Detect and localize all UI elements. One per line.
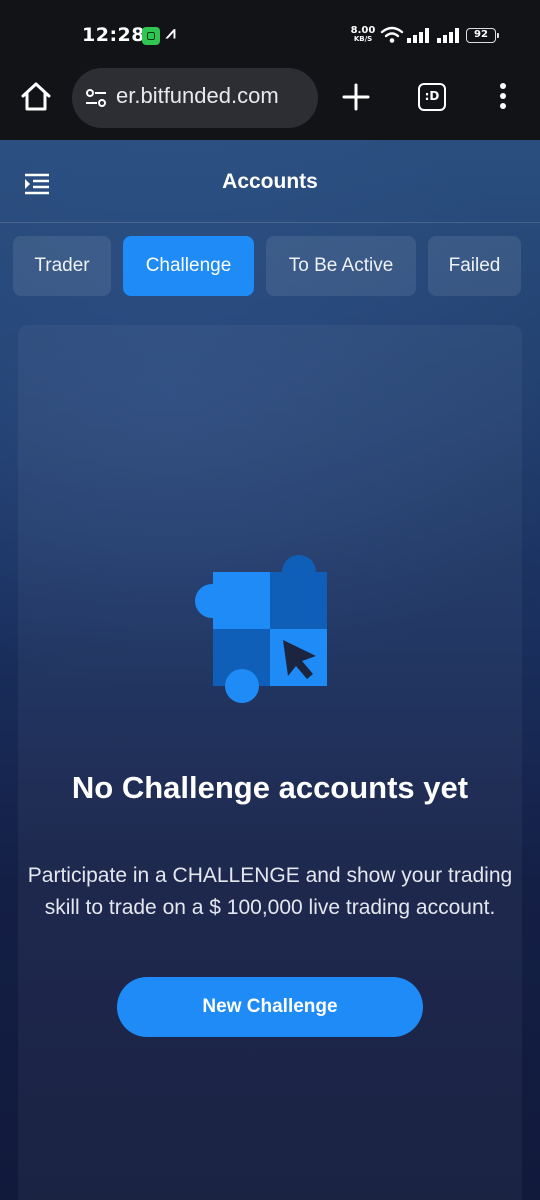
tab-challenge[interactable]: Challenge (123, 236, 254, 296)
kucoin-notification-icon: ⩘ (166, 23, 176, 43)
wifi-icon (380, 26, 404, 43)
puzzle-cursor-illustration (195, 555, 327, 703)
page-title: Accounts (222, 170, 318, 193)
url-text[interactable]: er.bitfunded.com (116, 83, 279, 109)
empty-state-title: No Challenge accounts yet (71, 770, 469, 805)
network-speed-unit: KB/S (353, 35, 373, 43)
network-speed-value: 8.00 (350, 25, 376, 36)
network-speed: 8.00 KB/S (350, 26, 376, 44)
new-tab-icon[interactable] (341, 82, 371, 112)
app-notification-icon (142, 27, 160, 45)
battery-indicator: 92 (466, 28, 499, 43)
signal-icon-2 (437, 28, 459, 43)
more-options-icon[interactable] (496, 81, 510, 111)
empty-state-description: Participate in a CHALLENGE and show your… (27, 864, 513, 919)
status-time: 12:28 (82, 24, 145, 46)
site-settings-icon[interactable] (84, 86, 108, 110)
signal-icon (407, 28, 429, 43)
home-icon[interactable] (19, 80, 53, 114)
new-challenge-button[interactable]: New Challenge (117, 977, 423, 1037)
address-bar[interactable]: er.bitfunded.com (72, 68, 318, 128)
tab-to-be-active[interactable]: To Be Active (266, 236, 416, 296)
empty-state-card: No Challenge accounts yet Participate in… (18, 325, 522, 1200)
tab-trader[interactable]: Trader (13, 236, 111, 296)
tab-failed[interactable]: Failed (428, 236, 521, 296)
tab-switcher-button[interactable]: :D (418, 83, 446, 111)
app-header: Accounts (0, 140, 540, 223)
browser-toolbar: er.bitfunded.com :D (0, 60, 540, 140)
app-content: Accounts Trader Challenge To Be Active F… (0, 140, 540, 1200)
